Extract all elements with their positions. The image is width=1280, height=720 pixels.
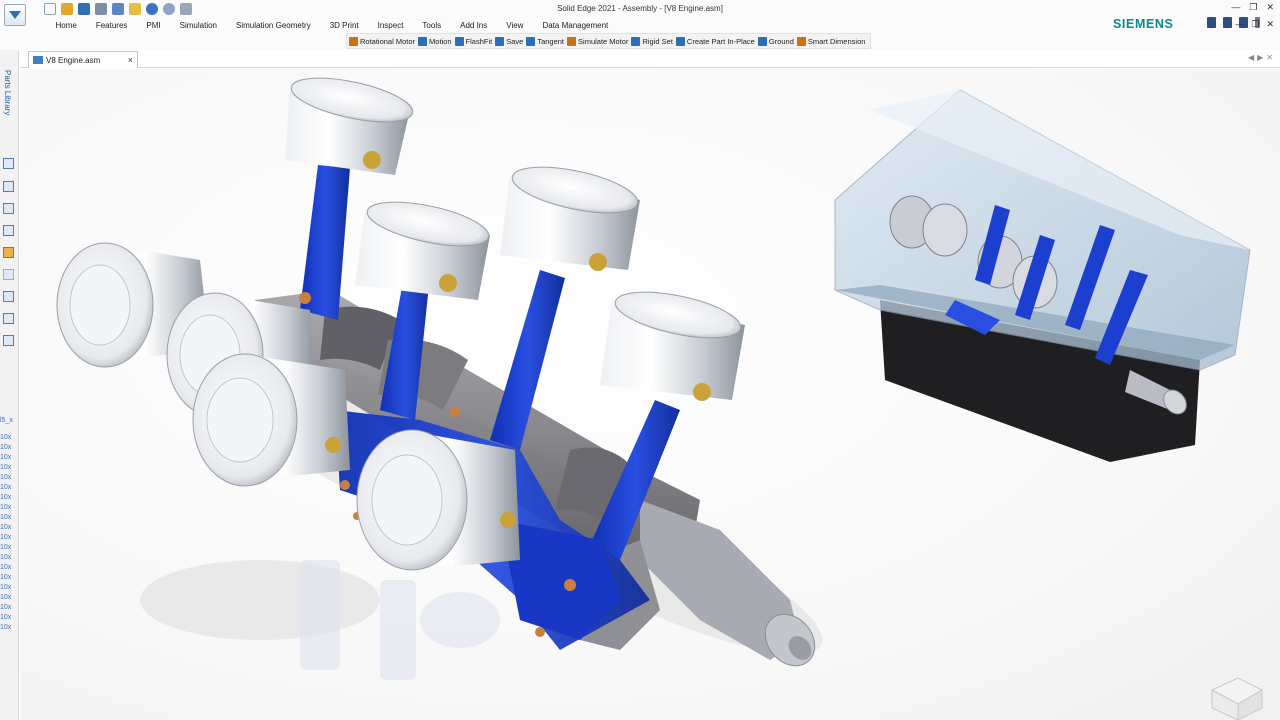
document-tab-strip: V8 Engine.asm × ◀▶✕ — [20, 50, 1280, 68]
tree-item[interactable]: 10x — [0, 534, 11, 541]
tree-item[interactable]: 10x — [0, 574, 11, 581]
doc-restore-icon[interactable]: ❐ — [1251, 19, 1259, 30]
engine-model-render[interactable] — [20, 69, 1280, 720]
command-finder-icon[interactable] — [1207, 17, 1216, 28]
rigid-set-icon — [631, 36, 641, 46]
flashfit-button[interactable]: FlashFit — [454, 36, 492, 46]
engine-block[interactable] — [834, 89, 1251, 462]
tree-item[interactable]: 10x — [0, 554, 11, 561]
assembly-file-icon — [33, 56, 43, 64]
tab-scroll-arrows[interactable]: ◀▶✕ — [1248, 53, 1276, 62]
tree-item[interactable]: 10x — [0, 514, 11, 521]
tree-item[interactable]: 10x — [0, 564, 11, 571]
tree-item[interactable]: 10x — [0, 624, 11, 631]
command-bar: Rotational Motor Motion FlashFit Save Ta… — [346, 33, 872, 49]
tree-item[interactable]: 10x — [0, 454, 11, 461]
tab-3d-print[interactable]: 3D Print — [320, 19, 368, 32]
rotational-motor-button[interactable]: Rotational Motor — [349, 36, 415, 46]
piston[interactable] — [356, 429, 520, 571]
ribbon-tabs: Home Features PMI Simulation Simulation … — [46, 19, 618, 32]
tree-item[interactable]: 10x — [0, 584, 11, 591]
smart-dimension-button[interactable]: Smart Dimension — [796, 36, 865, 46]
render-icon[interactable] — [3, 247, 14, 258]
motion-icon — [418, 36, 428, 46]
layers-icon[interactable] — [3, 203, 14, 214]
smart-dimension-icon — [796, 36, 806, 46]
document-tab[interactable]: V8 Engine.asm × — [28, 51, 138, 68]
tree-item[interactable]: 10x — [0, 494, 11, 501]
tree-item[interactable]: 10x — [0, 434, 11, 441]
select-tools-icon[interactable] — [3, 335, 14, 346]
piston[interactable] — [355, 194, 492, 300]
tangent-icon — [526, 36, 536, 46]
graphics-viewport[interactable] — [20, 69, 1280, 720]
tab-simulation[interactable]: Simulation — [170, 19, 226, 32]
parts-library-tab[interactable]: Parts Library — [3, 70, 12, 115]
tab-pmi[interactable]: PMI — [137, 19, 170, 32]
tab-tools[interactable]: Tools — [413, 19, 451, 32]
tree-item[interactable]: 10x — [0, 464, 11, 471]
tree-item[interactable]: l5_x — [0, 417, 13, 424]
window-controls: — ❐ ✕ — [1231, 2, 1274, 13]
tab-inspect[interactable]: Inspect — [368, 19, 413, 32]
tab-add-ins[interactable]: Add Ins — [451, 19, 497, 32]
doc-close-icon[interactable]: ✕ — [1266, 19, 1274, 30]
tree-item[interactable]: 10x — [0, 484, 11, 491]
motion-button[interactable]: Motion — [418, 36, 452, 46]
tab-features[interactable]: Features — [86, 19, 137, 32]
document-window-controls: — ❐ ✕ — [1235, 19, 1274, 30]
pathfinder-icon[interactable] — [3, 158, 14, 169]
doc-minimize-icon[interactable]: — — [1235, 19, 1244, 30]
close-icon[interactable]: ✕ — [1266, 2, 1274, 13]
help-icon[interactable] — [3, 181, 14, 192]
floor-reflection — [300, 560, 500, 680]
tab-home[interactable]: Home — [46, 19, 86, 32]
left-docking-rail: Parts Library l5_x 10x 10x 10x 10x 10x 1… — [0, 50, 19, 720]
options-icon[interactable] — [1223, 17, 1232, 28]
tree-item[interactable]: 10x — [0, 604, 11, 611]
piston[interactable] — [500, 158, 642, 271]
family-icon[interactable] — [3, 225, 14, 236]
save-icon — [495, 36, 505, 46]
restore-icon[interactable]: ❐ — [1249, 2, 1257, 13]
link-icon[interactable] — [3, 269, 14, 280]
flashfit-icon — [454, 36, 464, 46]
tab-simulation-geometry[interactable]: Simulation Geometry — [227, 19, 321, 32]
tree-item[interactable]: 10x — [0, 524, 11, 531]
save-button[interactable]: Save — [495, 36, 523, 46]
create-part-icon — [675, 36, 685, 46]
piston[interactable] — [192, 353, 350, 487]
window-title: Solid Edge 2021 - Assembly - [V8 Engine.… — [557, 4, 723, 13]
simulate-motor-button[interactable]: Simulate Motor — [567, 36, 628, 46]
ground-button[interactable]: Ground — [757, 36, 794, 46]
title-bar: Solid Edge 2021 - Assembly - [V8 Engine.… — [0, 0, 1280, 50]
piston[interactable] — [600, 283, 745, 401]
tree-item[interactable]: 10x — [0, 544, 11, 551]
close-tab-icon[interactable]: × — [128, 55, 133, 65]
ground-icon — [757, 36, 767, 46]
minimize-icon[interactable]: — — [1231, 2, 1240, 13]
tree-item[interactable]: 10x — [0, 594, 11, 601]
siemens-logo: SIEMENS — [1113, 17, 1174, 31]
tree-item[interactable]: 10x — [0, 474, 11, 481]
tree-item[interactable]: 10x — [0, 504, 11, 511]
view-cube-icon[interactable] — [1210, 677, 1264, 720]
simulate-motor-icon — [567, 36, 577, 46]
sensor-icon[interactable] — [3, 291, 14, 302]
tree-item[interactable]: 10x — [0, 614, 11, 621]
piston[interactable] — [285, 70, 416, 175]
measure-icon[interactable] — [3, 313, 14, 324]
create-part-in-place-button[interactable]: Create Part In-Place — [675, 36, 755, 46]
rigid-set-button[interactable]: Rigid Set — [631, 36, 673, 46]
tangent-button[interactable]: Tangent — [526, 36, 564, 46]
tab-data-management[interactable]: Data Management — [533, 19, 618, 32]
tab-view[interactable]: View — [497, 19, 533, 32]
tree-item[interactable]: 10x — [0, 444, 11, 451]
rotational-motor-icon — [349, 36, 358, 46]
